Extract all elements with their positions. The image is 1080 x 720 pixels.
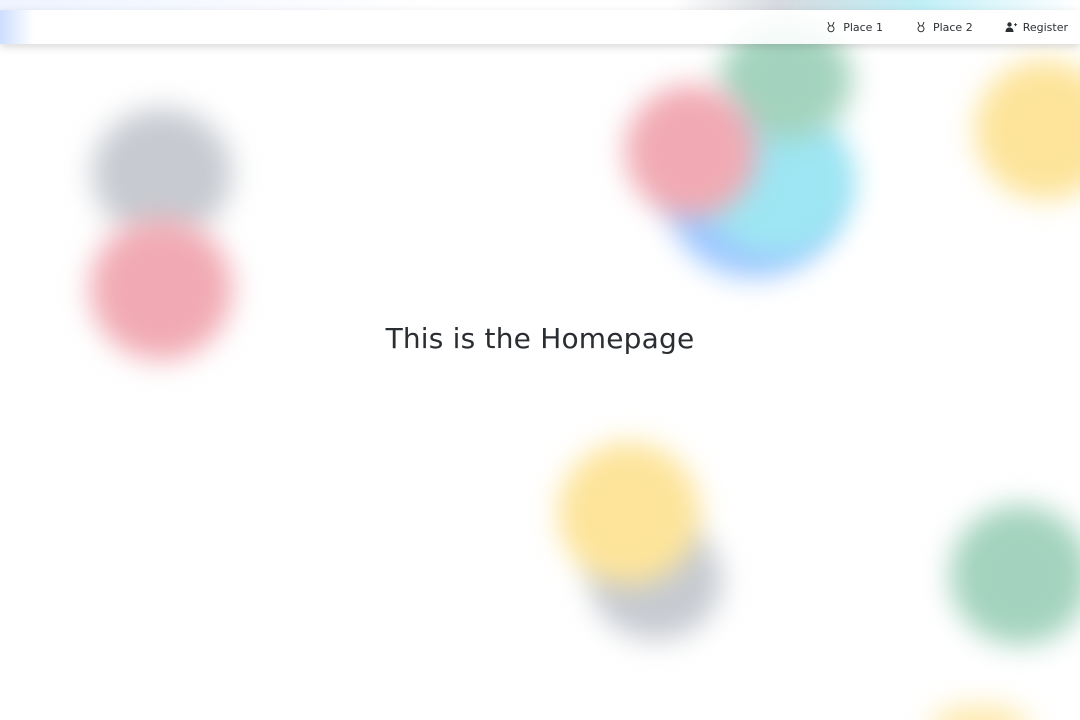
top-strip	[0, 0, 1080, 10]
page-background: Place 1 Place 2 Register This is the Hom…	[0, 0, 1080, 720]
top-navbar: Place 1 Place 2 Register	[0, 10, 1080, 44]
decorative-blob-yellow-right	[975, 60, 1080, 200]
nav-item-register[interactable]: Register	[989, 10, 1080, 44]
nav-item-label: Place 2	[932, 20, 973, 34]
decorative-blob-red-top	[625, 85, 757, 217]
medal-icon	[915, 21, 927, 33]
nav-items: Place 1 Place 2 Register	[809, 10, 1080, 44]
decorative-blob-yellow-bottom	[558, 442, 700, 584]
nav-item-place-2[interactable]: Place 2	[899, 10, 989, 44]
user-plus-icon	[1005, 21, 1017, 33]
nav-item-label: Register	[1022, 20, 1068, 34]
medal-icon	[825, 21, 837, 33]
nav-item-label: Place 1	[843, 20, 883, 34]
decorative-blob-green-bottom	[950, 505, 1080, 645]
decorative-blob-yellow-corner	[930, 705, 1030, 720]
page-title: This is the Homepage	[385, 322, 695, 355]
nav-item-place-1[interactable]: Place 1	[809, 10, 899, 44]
